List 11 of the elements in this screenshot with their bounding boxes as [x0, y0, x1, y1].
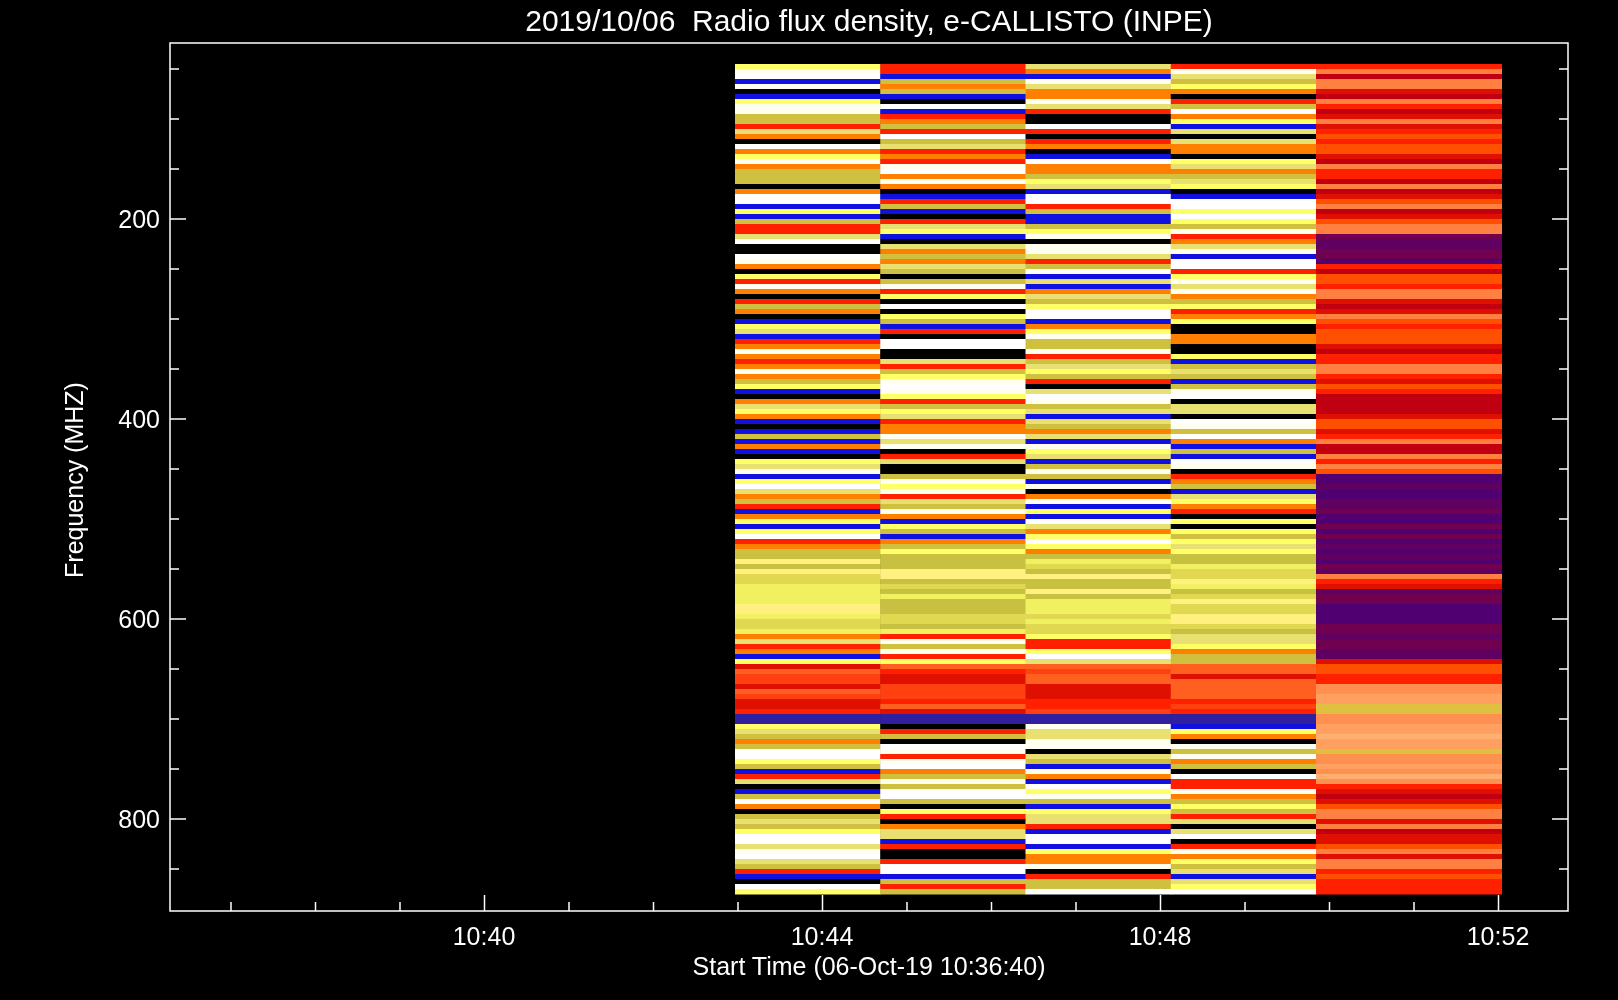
tick-label: 10:48	[1128, 922, 1192, 950]
chart-title: 2019/10/06 Radio flux density, e-CALLISTO (INPE)	[525, 4, 1213, 37]
tick-label: 10:40	[452, 922, 516, 950]
axis-title: Start Time (06-Oct-19 10:36:40)	[692, 952, 1046, 980]
tick-label: 10:44	[790, 922, 854, 950]
tick-label: 200	[118, 205, 160, 233]
tick-label: 600	[118, 605, 160, 633]
tick-label: 10:52	[1466, 922, 1530, 950]
tick-label: 800	[118, 805, 160, 833]
tick-label: 400	[118, 405, 160, 433]
axis-title: Frequency (MHZ)	[60, 382, 88, 578]
